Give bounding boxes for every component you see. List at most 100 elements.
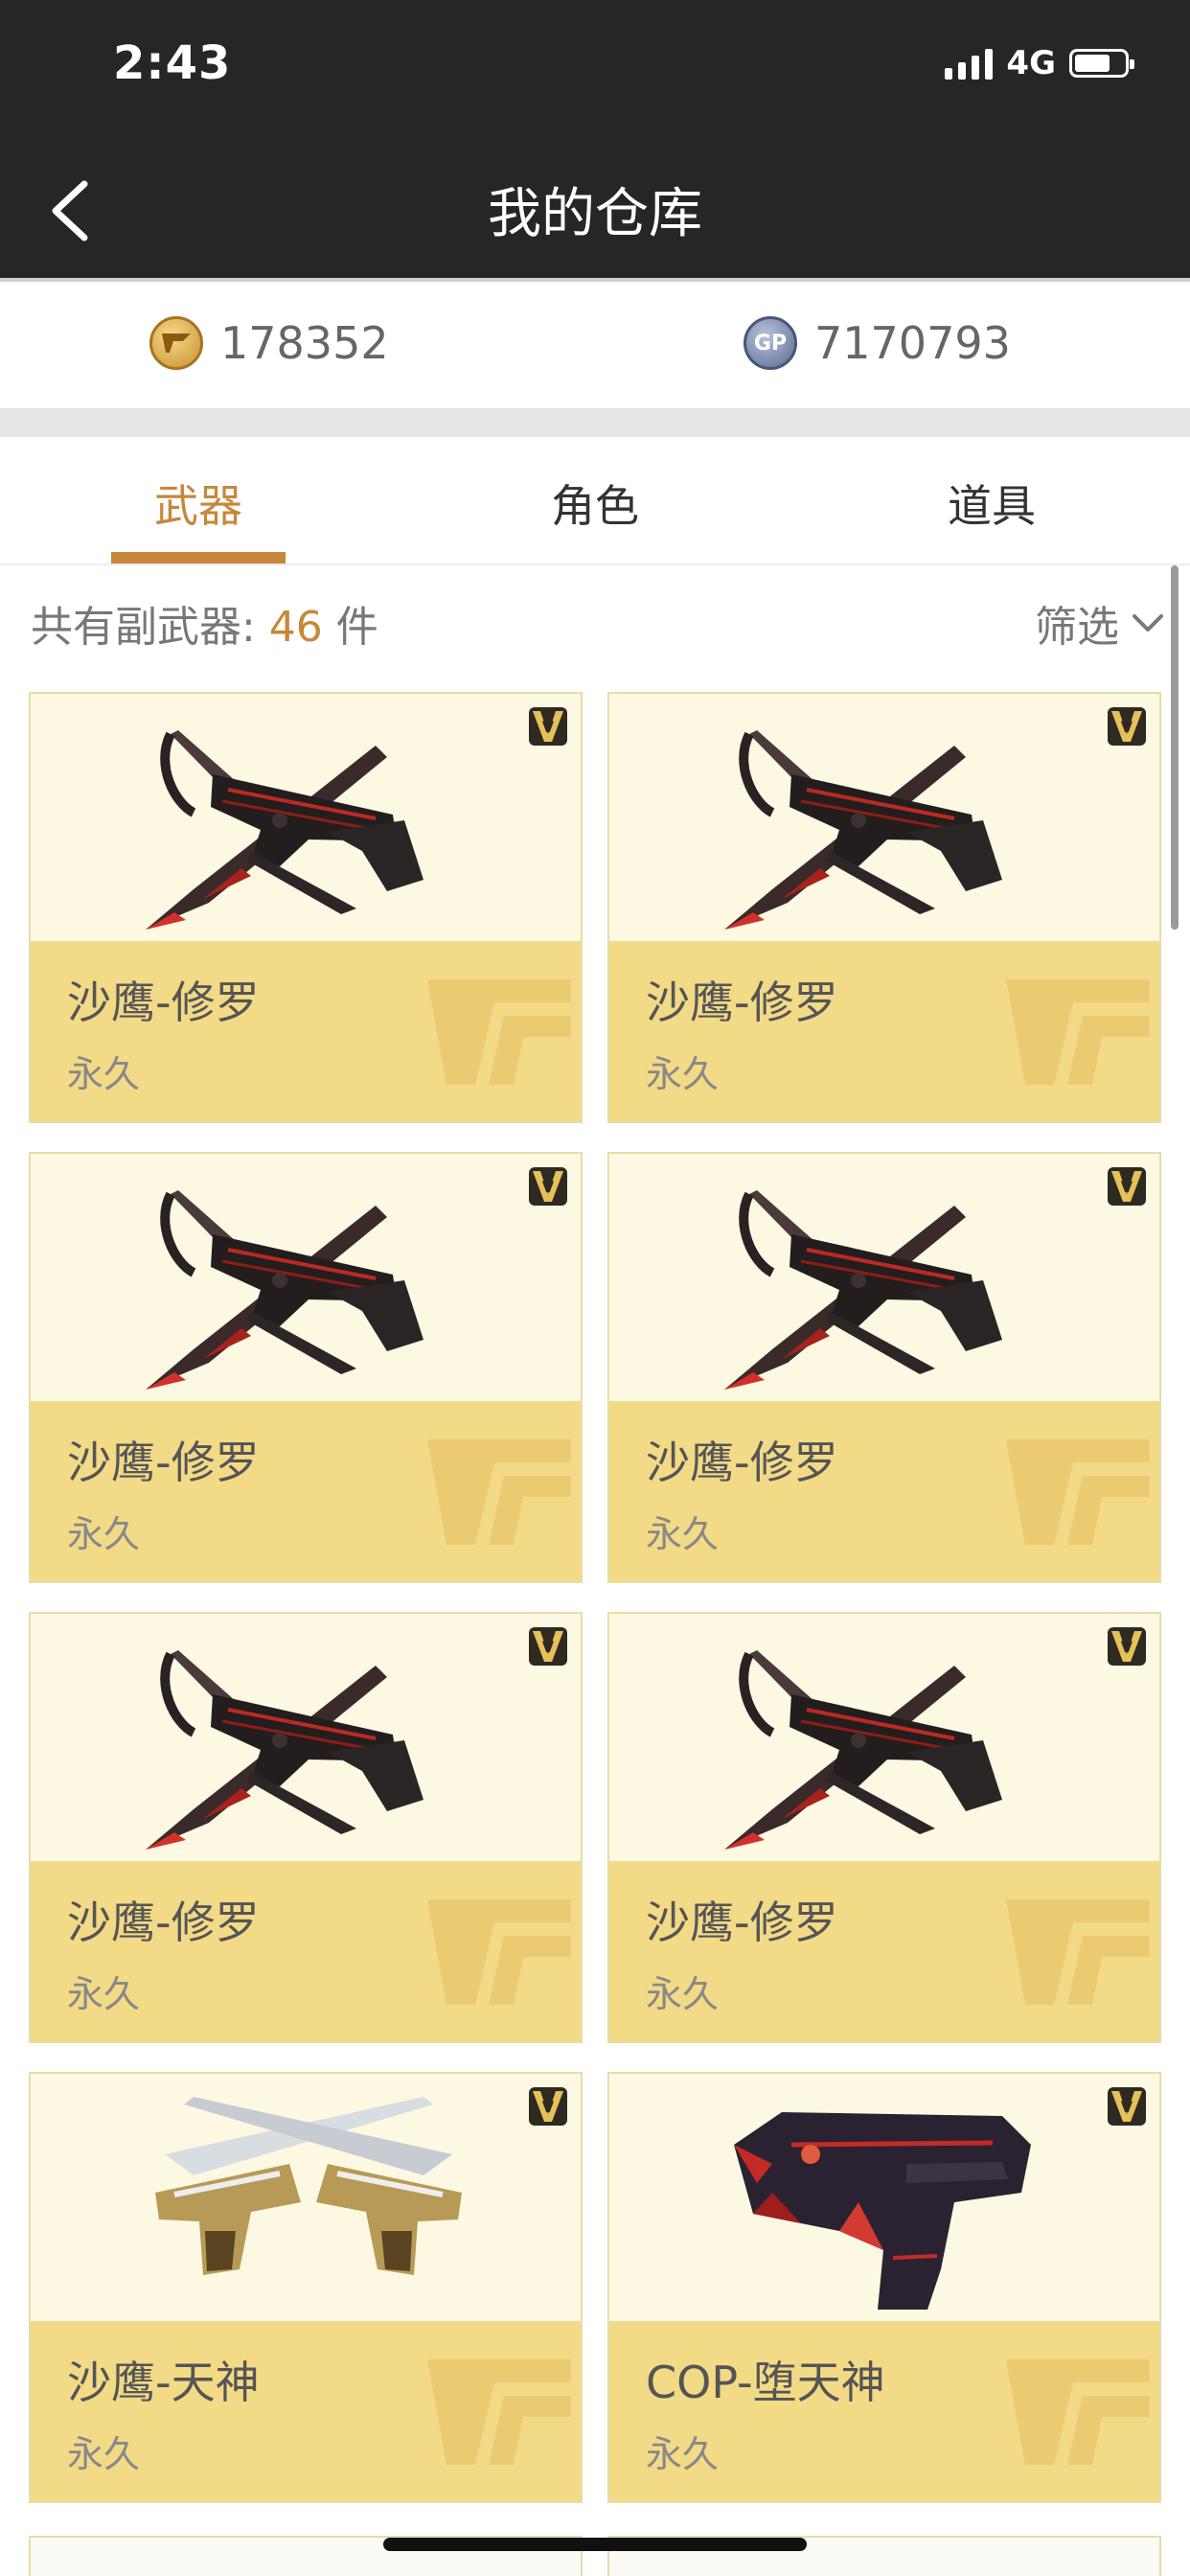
signal-icon [945, 47, 994, 80]
gp-points-value: 7170793 [814, 317, 1011, 369]
filter-button[interactable]: 筛选 [1035, 592, 1165, 654]
item-info: 沙鹰-天神 永久 [31, 2321, 581, 2501]
item-card[interactable]: V 沙鹰-修罗 永久 [29, 1612, 583, 2043]
item-duration: 永久 [67, 2433, 141, 2475]
network-type: 4G [1006, 44, 1056, 82]
battery-icon [1069, 49, 1134, 78]
gp-coin-icon: GP [744, 316, 797, 370]
active-tab-indicator [111, 552, 286, 564]
item-card[interactable]: V 沙鹰-修罗 永久 [29, 692, 583, 1123]
home-indicator [383, 2538, 807, 2551]
cf-watermark-icon [996, 1420, 1159, 1564]
chevron-down-icon [1133, 614, 1163, 632]
item-duration: 永久 [67, 1053, 141, 1095]
weapon-image [715, 1627, 1060, 1857]
vip-badge-letter: V [542, 1178, 555, 1196]
vip-badge-letter: V [1121, 1638, 1133, 1656]
item-info: 沙鹰-修罗 永久 [609, 1401, 1159, 1581]
item-image-area: V [31, 1154, 581, 1403]
item-name: 沙鹰-修罗 [646, 1897, 838, 1948]
item-info: COP-堕天神 永久 [609, 2321, 1159, 2501]
cf-watermark-icon [418, 960, 581, 1104]
vip-badge-letter: V [1121, 1178, 1133, 1196]
weapon-image [136, 1167, 481, 1397]
item-count-prefix: 共有副武器: [31, 603, 269, 652]
item-count: 共有副武器: 46 件 [31, 592, 378, 654]
vip-badge-letter: V [1121, 718, 1133, 736]
item-image-area: V [609, 1614, 1159, 1863]
weapon-image [136, 2087, 481, 2317]
tab-characters[interactable]: 角色 [397, 472, 793, 535]
item-name: 沙鹰-修罗 [67, 1897, 260, 1948]
item-card[interactable]: V 沙鹰-修罗 永久 [607, 692, 1161, 1123]
item-info: 沙鹰-修罗 永久 [31, 1401, 581, 1581]
vip-badge-icon: V [527, 2085, 569, 2128]
status-indicators: 4G [945, 44, 1134, 82]
item-image-area: V [31, 2074, 581, 2323]
cf-watermark-icon [996, 2340, 1159, 2484]
vip-badge-icon: V [1106, 705, 1148, 748]
item-name: 沙鹰-修罗 [67, 977, 260, 1028]
category-tabs: 武器 角色 道具 [0, 437, 1190, 565]
weapon-image [715, 1167, 1060, 1397]
cf-watermark-icon [418, 1880, 581, 2024]
weapon-image [715, 2087, 1060, 2317]
filter-label: 筛选 [1035, 603, 1119, 652]
cf-points-value: 178352 [220, 317, 389, 369]
vip-badge-icon: V [527, 705, 569, 748]
vip-badge-icon: V [1106, 2085, 1148, 2128]
item-name: 沙鹰-修罗 [67, 1437, 260, 1488]
currency-bar: 178352 GP 7170793 [0, 278, 1190, 408]
status-time: 2:43 [113, 36, 232, 90]
vip-badge-letter: V [542, 718, 555, 736]
item-info: 沙鹰-修罗 永久 [609, 1861, 1159, 2041]
item-card[interactable]: V COP-堕天神 永久 [607, 2072, 1161, 2503]
item-count-number: 46 [268, 603, 323, 652]
item-duration: 永久 [646, 1513, 720, 1555]
cf-watermark-icon [418, 2340, 581, 2484]
item-name: COP-堕天神 [646, 2357, 885, 2408]
item-card[interactable]: V 沙鹰-天神 永久 [29, 2072, 583, 2503]
vip-badge-letter: V [1121, 2098, 1133, 2116]
gp-points: GP 7170793 [744, 316, 1011, 370]
item-image-area: V [609, 2074, 1159, 2323]
item-image-area: V [31, 694, 581, 943]
item-duration: 永久 [646, 1973, 720, 2015]
tab-weapons[interactable]: 武器 [0, 472, 397, 535]
item-info: 沙鹰-修罗 永久 [31, 941, 581, 1121]
item-card[interactable]: V 沙鹰-修罗 永久 [607, 1612, 1161, 2043]
weapon-image [715, 707, 1060, 937]
item-duration: 永久 [646, 1053, 720, 1095]
top-bar: 2:43 4G 我的仓库 [0, 0, 1190, 278]
page-title: 我的仓库 [488, 183, 702, 245]
vip-badge-icon: V [527, 1165, 569, 1208]
item-card[interactable]: V 沙鹰-修罗 永久 [607, 1152, 1161, 1583]
item-image-area: V [609, 694, 1159, 943]
item-image-area: V [609, 1154, 1159, 1403]
weapon-image [136, 1627, 481, 1857]
cf-watermark-icon [418, 1420, 581, 1564]
section-divider [0, 408, 1190, 437]
cf-points: 178352 [149, 316, 389, 370]
scrollbar[interactable] [1171, 565, 1179, 930]
item-card[interactable]: V 沙鹰-修罗 永久 [29, 1152, 583, 1583]
vip-badge-icon: V [1106, 1165, 1148, 1208]
item-duration: 永久 [67, 1973, 141, 2015]
vip-badge-letter: V [542, 1638, 555, 1656]
item-duration: 永久 [646, 2433, 720, 2475]
vip-badge-icon: V [1106, 1625, 1148, 1668]
cf-coin-icon [149, 316, 203, 370]
item-name: 沙鹰-天神 [67, 2357, 260, 2408]
vip-badge-icon: V [527, 1625, 569, 1668]
cf-watermark-icon [996, 1880, 1159, 2024]
item-name: 沙鹰-修罗 [646, 977, 838, 1028]
tab-items[interactable]: 道具 [793, 472, 1190, 535]
cf-watermark-icon [996, 960, 1159, 1104]
weapon-image [136, 707, 481, 937]
item-image-area: V [31, 1614, 581, 1863]
item-info: 沙鹰-修罗 永久 [609, 941, 1159, 1121]
item-grid: V 沙鹰-修罗 永久 V 沙鹰-修罗 永久 V 沙鹰-修罗 永久 V 沙鹰-修罗… [29, 692, 1161, 2503]
vip-badge-letter: V [542, 2098, 555, 2116]
item-name: 沙鹰-修罗 [646, 1437, 838, 1488]
item-duration: 永久 [67, 1513, 141, 1555]
